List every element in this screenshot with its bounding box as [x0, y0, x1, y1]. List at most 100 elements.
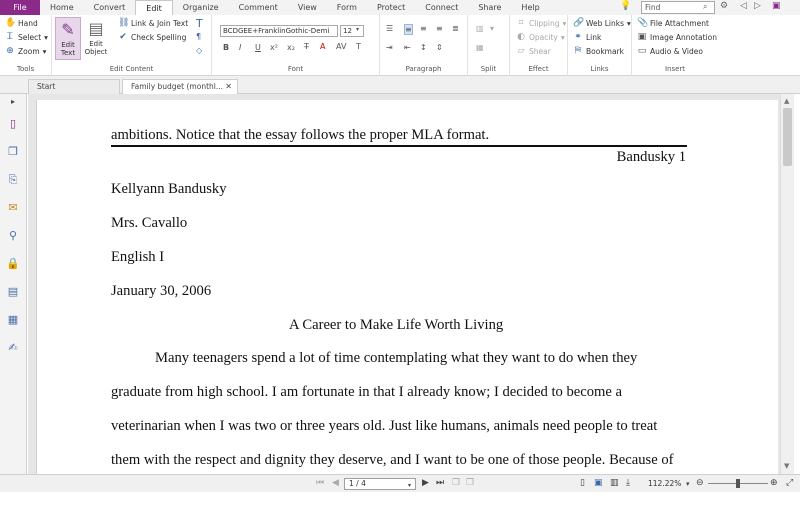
comments-panel-icon[interactable]: ✉ [5, 200, 21, 216]
next-page-icon[interactable]: ▶ [422, 478, 429, 489]
justify-icon[interactable]: ≣ [452, 24, 459, 33]
vertical-scrollbar[interactable]: ▲ ▼ [780, 94, 794, 474]
tab-form[interactable]: Form [327, 0, 367, 15]
text-format-icon[interactable]: T [196, 17, 203, 30]
previous-page-icon[interactable]: ◀ [332, 478, 339, 489]
scroll-up-icon[interactable]: ▲ [784, 97, 789, 105]
first-page-icon[interactable]: ⏮ [316, 478, 324, 489]
subscript-icon[interactable]: x₂ [287, 43, 295, 52]
document-viewer[interactable]: ambitions. Notice that the essay follows… [28, 94, 780, 480]
merge-text-icon[interactable]: ▦ [476, 43, 484, 52]
web-links-button[interactable]: 🔗 Web Links ▾ [573, 19, 631, 29]
align-left-icon[interactable]: ≡ [404, 24, 413, 35]
chevron-down-icon: ▾ [686, 480, 690, 488]
close-icon[interactable]: ✕ [225, 80, 232, 94]
align-center-icon[interactable]: ≡ [420, 24, 427, 33]
tab-help[interactable]: Help [511, 0, 549, 15]
fields-panel-icon[interactable]: ▦ [5, 312, 21, 328]
bookmark-button[interactable]: ⛿ Bookmark [573, 47, 624, 57]
bold-icon[interactable]: B [223, 43, 229, 52]
audio-video-button[interactable]: ▭ Audio & Video [637, 47, 703, 57]
fit-page-icon[interactable]: ⤓ [626, 478, 630, 489]
opacity-label: Opacity [529, 33, 558, 42]
page-thumbnails-icon[interactable]: ▯ [5, 116, 21, 132]
file-attachment-button[interactable]: 📎 File Attachment [637, 19, 709, 29]
previous-view-icon[interactable]: ❐ [452, 478, 460, 489]
bookmarks-panel-icon[interactable]: ⎘ [5, 172, 21, 188]
settings-gear-icon[interactable]: ⚙ [720, 1, 728, 11]
opacity-button[interactable]: ◐ Opacity ▾ [516, 33, 565, 43]
select-tool[interactable]: Ꮖ Select ▾ [5, 33, 48, 43]
zoom-tool[interactable]: ⊕ Zoom ▾ [5, 47, 46, 57]
paragraph-format-icon[interactable]: ¶ [196, 32, 201, 41]
image-annotation-button[interactable]: ▣ Image Annotation [637, 33, 717, 43]
layers-icon[interactable]: ❐ [5, 144, 21, 160]
align-right-icon[interactable]: ≡ [436, 24, 443, 33]
tab-protect[interactable]: Protect [367, 0, 415, 15]
next-view-icon[interactable]: ❐ [466, 478, 474, 489]
outdent-icon[interactable]: ⇤ [404, 43, 411, 52]
signature-panel-icon[interactable]: ✍ [5, 340, 21, 356]
author-name: Kellyann Bandusky [111, 181, 227, 197]
tab-organize[interactable]: Organize [173, 0, 229, 15]
last-page-icon[interactable]: ⏭ [436, 478, 444, 489]
zoom-in-icon[interactable]: ⊕ [770, 478, 778, 489]
lightbulb-icon[interactable]: 💡 [620, 1, 631, 11]
zoom-slider-handle[interactable] [736, 479, 740, 488]
group-split: ▥ ▾ ▦ Split [468, 15, 510, 76]
split-text-icon[interactable]: ▥ [476, 24, 484, 33]
tab-connect[interactable]: Connect [415, 0, 468, 15]
tab-home[interactable]: Home [40, 0, 84, 15]
expand-panel-icon[interactable]: ▸ [5, 94, 21, 110]
continuous-view-icon[interactable]: ▣ [594, 478, 603, 489]
superscript-icon[interactable]: x² [270, 43, 278, 52]
hand-tool[interactable]: ✋ Hand [5, 19, 38, 29]
line-spacing-icon[interactable]: ↕ [420, 43, 427, 52]
doc-tab-start-label: Start [37, 82, 56, 91]
back-arrow-icon[interactable]: ◁ [740, 1, 747, 11]
single-page-view-icon[interactable]: ▯ [580, 478, 585, 489]
lock-icon[interactable]: 🔒 [5, 256, 21, 272]
italic-icon[interactable]: I [239, 43, 241, 52]
tab-view[interactable]: View [288, 0, 327, 15]
zoom-level[interactable]: 112.22% [648, 479, 681, 488]
indent-icon[interactable]: ⇥ [386, 43, 393, 52]
bullet-list-icon[interactable]: ☰ [386, 24, 393, 33]
strikethrough-icon[interactable]: T̶ [304, 42, 309, 51]
tab-convert[interactable]: Convert [84, 0, 136, 15]
scroll-down-icon[interactable]: ▼ [784, 462, 789, 470]
attachments-panel-icon[interactable]: ⚲ [5, 228, 21, 244]
link-button[interactable]: ⚭ Link [573, 33, 601, 43]
underline-icon[interactable]: U [255, 43, 261, 52]
tab-comment[interactable]: Comment [229, 0, 288, 15]
font-color-icon[interactable]: A [320, 42, 325, 51]
link-join-text-button[interactable]: ⛓ Link & Join Text [118, 19, 188, 29]
fullscreen-icon[interactable]: ⤢ [786, 478, 793, 489]
facing-view-icon[interactable]: ▥ [610, 478, 619, 489]
search-icon[interactable]: ⌕ [703, 2, 712, 11]
clipping-button[interactable]: ⌗ Clipping ▾ [516, 19, 566, 29]
document-properties-icon[interactable]: ▤ [5, 284, 21, 300]
shape-format-icon[interactable]: ◇ [196, 46, 202, 55]
doc-tab-start[interactable]: Start [28, 79, 120, 94]
check-spelling-button[interactable]: ✔ Check Spelling [118, 33, 186, 43]
document-page[interactable]: ambitions. Notice that the essay follows… [36, 100, 778, 480]
para-spacing-icon[interactable]: ⇕ [436, 43, 443, 52]
char-spacing-icon[interactable]: AV [336, 42, 346, 51]
doc-tab-family-budget[interactable]: Family budget (monthl... ✕ [122, 79, 238, 94]
tab-edit[interactable]: Edit [135, 0, 173, 16]
text-size-icon[interactable]: T [356, 42, 361, 51]
font-size-select[interactable]: 12 [340, 25, 364, 37]
bookmark-label: Bookmark [586, 47, 624, 56]
scroll-thumb[interactable] [783, 108, 792, 166]
zoom-out-icon[interactable]: ⊖ [696, 478, 704, 489]
tab-share[interactable]: Share [468, 0, 511, 15]
page-number-input[interactable]: 1 / 4 [344, 478, 416, 490]
edit-object-button[interactable]: ▤ Edit Object [83, 17, 109, 60]
tab-file[interactable]: File [0, 0, 40, 15]
font-family-select[interactable]: BCDGEE+FranklinGothic-Demi [220, 25, 338, 37]
shear-button[interactable]: ▱ Shear [516, 47, 551, 57]
essay-date: January 30, 2006 [111, 283, 212, 299]
edit-text-button[interactable]: ✎ Edit Text [55, 17, 81, 60]
forward-arrow-icon[interactable]: ▷ [754, 1, 761, 11]
